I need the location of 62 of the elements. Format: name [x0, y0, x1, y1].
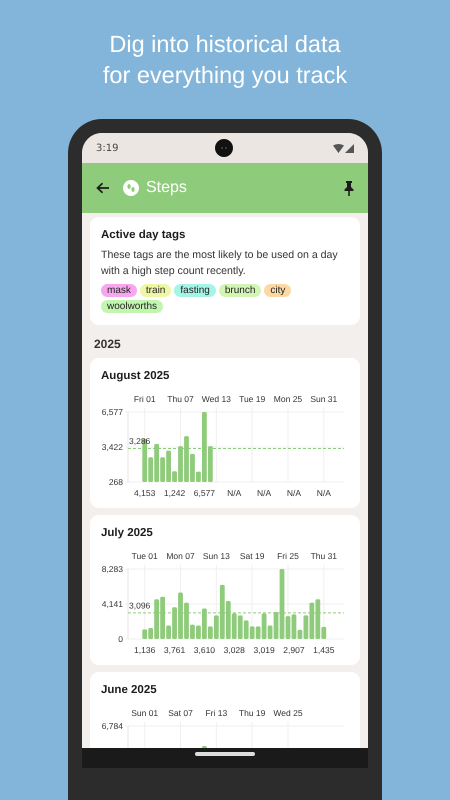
y-tick-label: 8,283 [102, 564, 123, 574]
value-label: 3,028 [224, 645, 245, 655]
x-tick-label: Wed 13 [202, 394, 231, 404]
camera-icon [215, 139, 233, 157]
x-tick-label: Sat 07 [168, 708, 193, 718]
x-tick-label: Fri 13 [205, 708, 228, 718]
y-tick-label: 268 [108, 477, 123, 487]
x-tick-label: Sun 13 [202, 551, 230, 561]
card-description: These tags are the most likely to be used on a day with a high step count recently. [101, 248, 339, 279]
value-label: 3,761 [164, 645, 186, 655]
footprints-icon [123, 180, 139, 196]
tag-chip[interactable]: mask [101, 284, 137, 297]
x-tick-label: Tue 01 [132, 551, 158, 561]
y-tick-label: 4,141 [102, 599, 123, 609]
card-title: Active day tags [101, 229, 186, 241]
value-label: N/A [286, 488, 302, 498]
headline: Dig into historical data [109, 30, 341, 59]
status-time: 3:19 [96, 142, 118, 154]
x-tick-label: Sun 01 [131, 708, 158, 718]
tag-chip[interactable]: fasting [174, 284, 216, 297]
x-tick-label: Mon 25 [274, 394, 302, 404]
home-handle[interactable] [195, 752, 255, 756]
value-label: 6,577 [194, 488, 216, 498]
value-label: 3,019 [253, 645, 275, 655]
value-label: 1,242 [164, 488, 186, 498]
x-tick-label: Fri 01 [134, 394, 156, 404]
pin-icon[interactable] [344, 180, 354, 196]
value-label: 1,435 [313, 645, 334, 655]
value-label: N/A [227, 488, 242, 498]
card-title: June 2025 [101, 684, 158, 696]
x-tick-label: Thu 07 [167, 394, 194, 404]
x-tick-label: Thu 19 [238, 708, 266, 718]
x-tick-label: Fri 25 [277, 551, 299, 561]
average-label: 3,096 [129, 600, 150, 610]
wifi-icon [333, 144, 344, 152]
value-label: N/A [257, 488, 272, 498]
x-tick-label: Wed 25 [273, 708, 303, 718]
x-tick-label: Sun 31 [310, 394, 338, 404]
value-label: 2,907 [283, 645, 305, 655]
y-tick-label: 3,422 [102, 442, 123, 452]
value-label: 1,136 [134, 645, 156, 655]
back-arrow-icon[interactable] [96, 182, 110, 194]
tag-chip[interactable]: train [140, 284, 172, 297]
value-label: 3,610 [194, 645, 216, 655]
value-label: N/A [316, 488, 331, 498]
x-tick-label: Tue 19 [239, 394, 266, 404]
headline: for everything you track [102, 61, 348, 90]
y-tick-label: 6,784 [102, 721, 123, 731]
x-tick-label: Thu 31 [310, 551, 338, 561]
screen-title: Steps [146, 179, 187, 197]
value-label: 4,153 [134, 488, 156, 498]
y-tick-label: 6,577 [102, 407, 123, 417]
year-heading: 2025 [93, 336, 122, 351]
tag-chip[interactable]: city [264, 284, 292, 297]
signal-icon [345, 144, 354, 152]
x-tick-label: Mon 07 [166, 551, 195, 561]
tag-chip[interactable]: woolworths [101, 300, 164, 313]
tag-chip[interactable]: brunch [218, 284, 262, 297]
y-tick-label: 0 [118, 634, 123, 644]
x-tick-label: Sat 19 [240, 551, 264, 561]
card-title: July 2025 [101, 527, 154, 539]
card-title: August 2025 [101, 370, 170, 382]
